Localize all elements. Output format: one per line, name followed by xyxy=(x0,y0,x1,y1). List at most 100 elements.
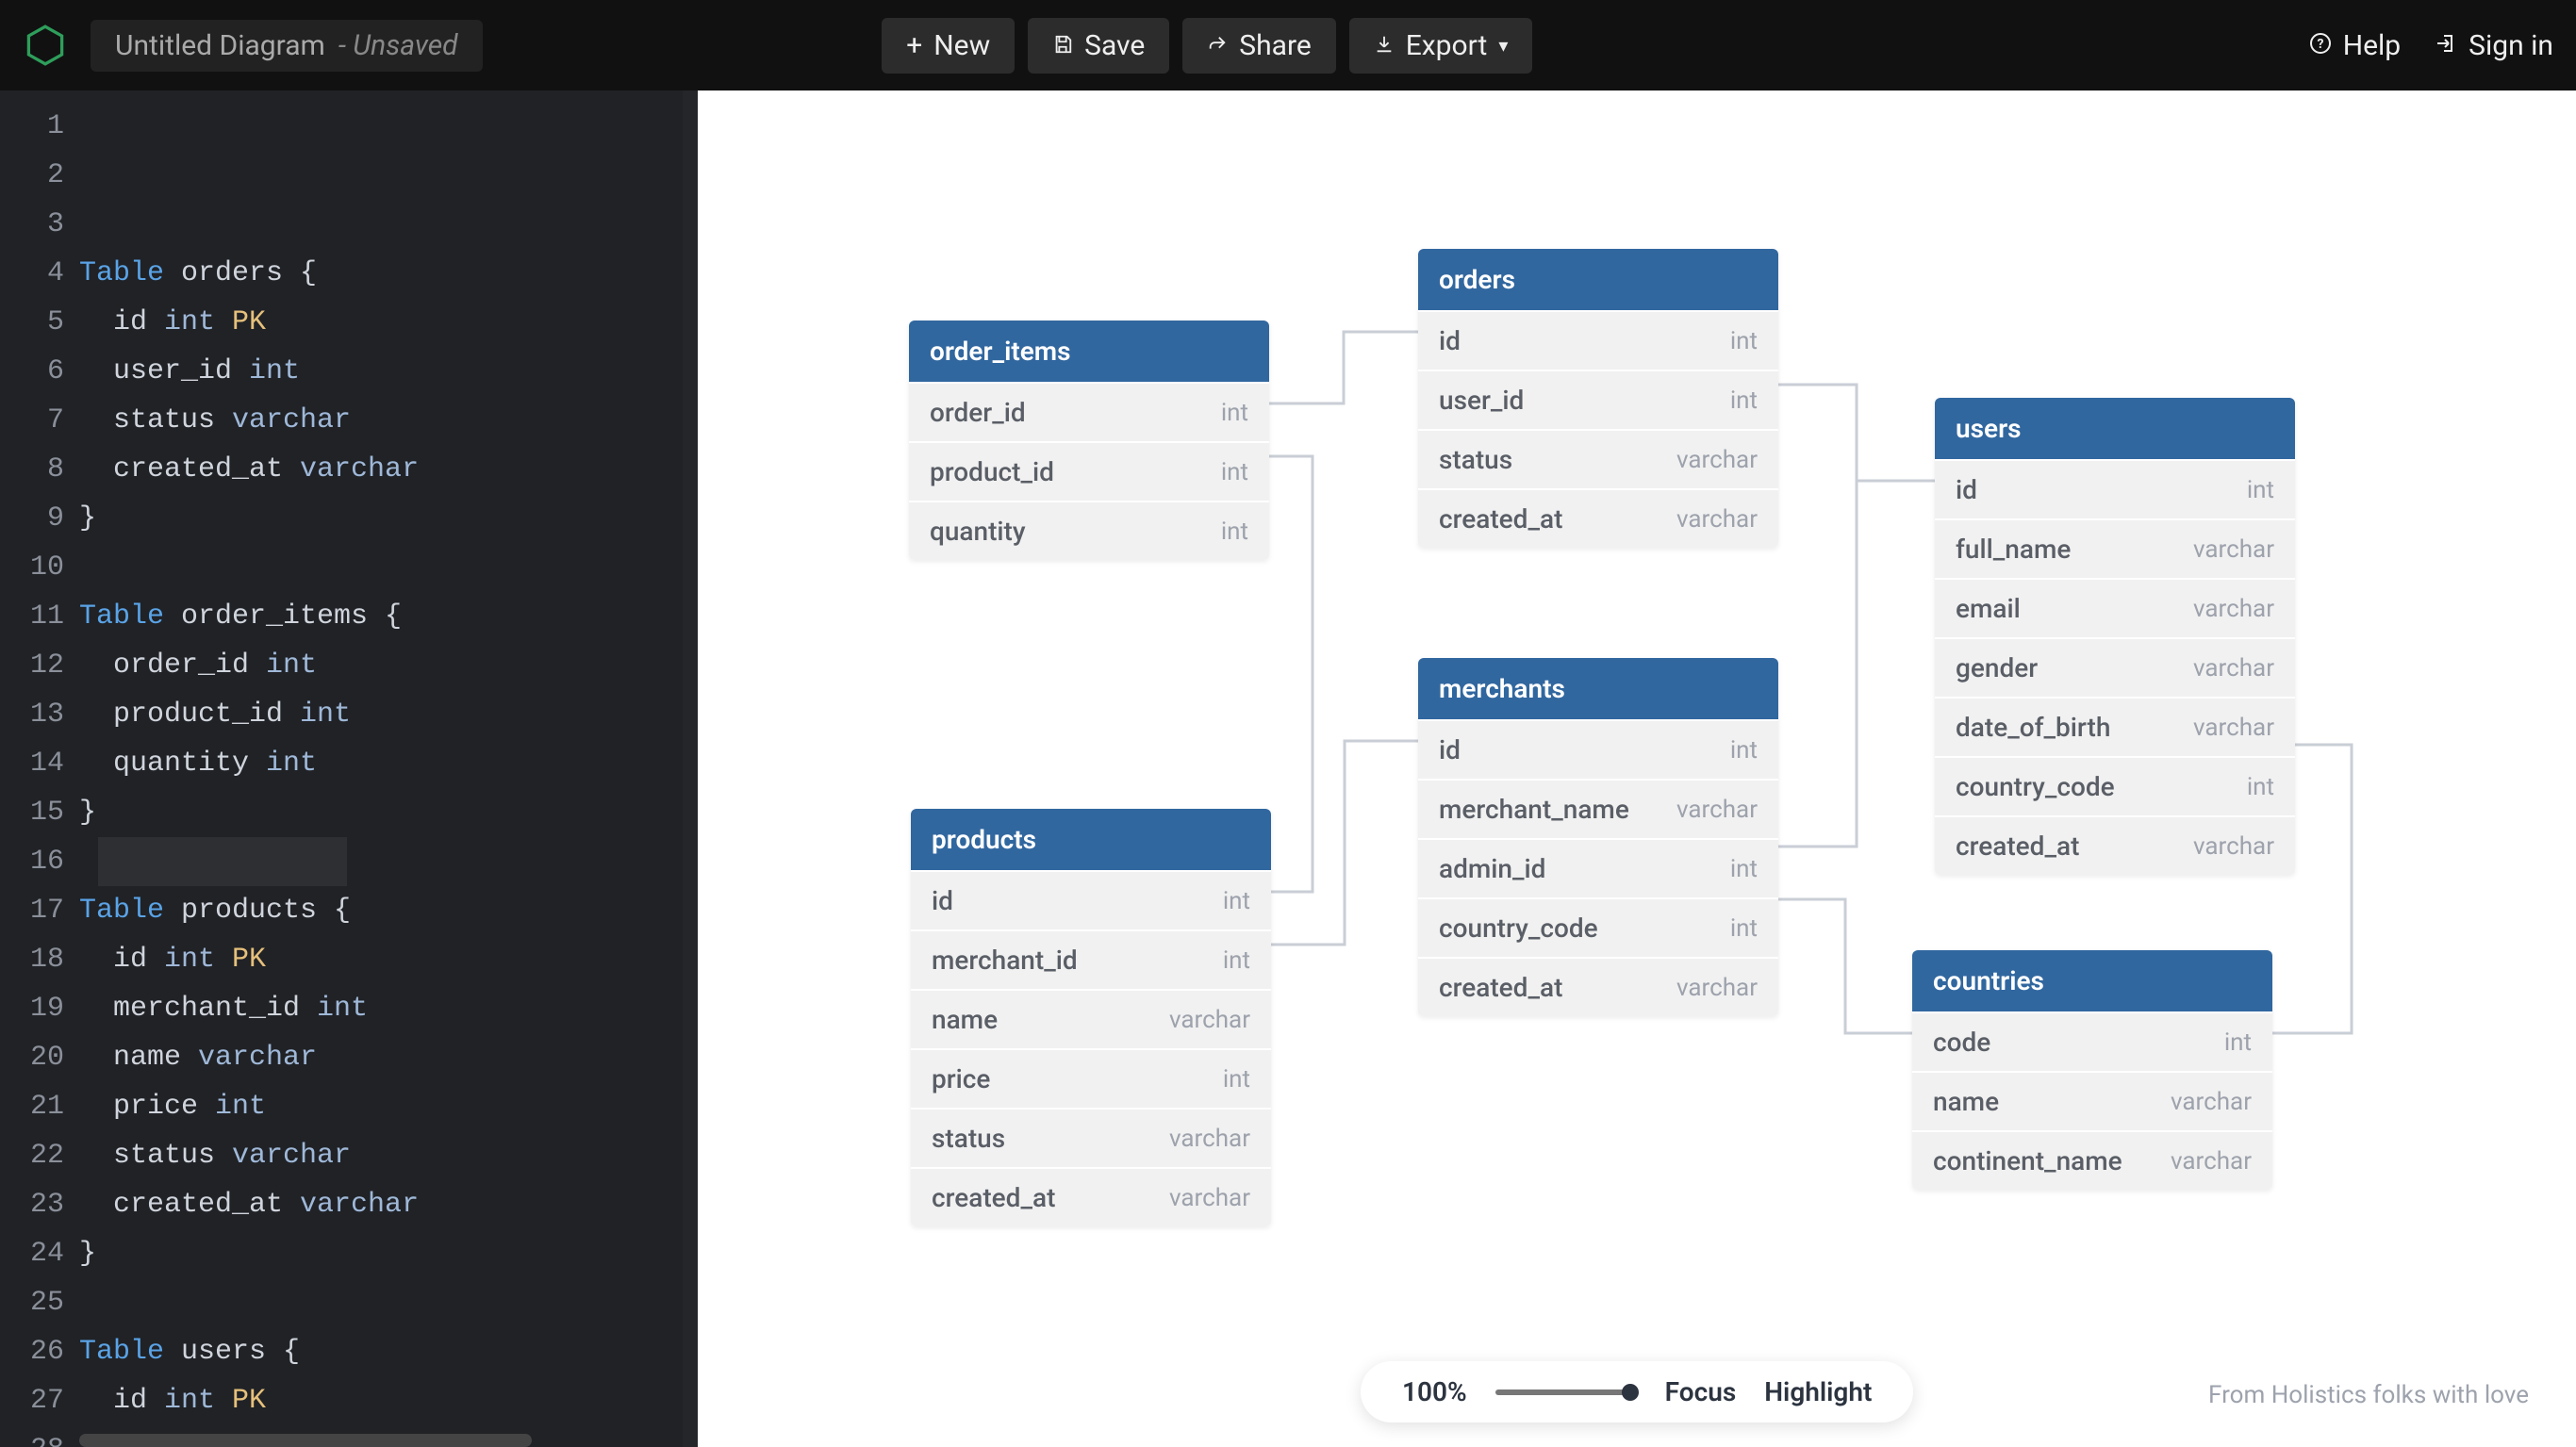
code-line[interactable]: name varchar xyxy=(79,1033,683,1082)
editor-hscrollbar-thumb[interactable] xyxy=(79,1434,532,1447)
table-column[interactable]: emailvarchar xyxy=(1935,578,2295,637)
code-line[interactable]: price int xyxy=(79,1082,683,1131)
diagram-canvas[interactable]: order_itemsorder_idintproduct_idintquant… xyxy=(698,90,2576,1447)
table-column[interactable]: namevarchar xyxy=(911,989,1271,1048)
code-line[interactable]: Table products { xyxy=(79,886,683,935)
share-icon xyxy=(1207,29,1228,62)
column-type: int xyxy=(1730,855,1758,883)
share-button[interactable]: Share xyxy=(1182,18,1335,74)
help-link[interactable]: ? Help xyxy=(2309,29,2401,62)
table-column[interactable]: codeint xyxy=(1912,1011,2272,1071)
code-line[interactable]: created_at varchar xyxy=(79,445,683,494)
code-line[interactable]: id int PK xyxy=(79,298,683,347)
table-column[interactable]: statusvarchar xyxy=(911,1108,1271,1167)
table-column[interactable]: idint xyxy=(1418,719,1778,779)
code-editor[interactable]: 1234567891011121314151617181920212223242… xyxy=(0,90,698,1447)
table-column[interactable]: created_atvarchar xyxy=(1418,488,1778,548)
column-name: name xyxy=(1933,1086,1999,1117)
table-column[interactable]: namevarchar xyxy=(1912,1071,2272,1130)
code-line[interactable]: id int PK xyxy=(79,1376,683,1425)
table-order_items[interactable]: order_itemsorder_idintproduct_idintquant… xyxy=(909,321,1269,560)
new-button[interactable]: + New xyxy=(882,18,1015,74)
table-header[interactable]: merchants xyxy=(1418,658,1778,719)
code-line[interactable]: user_id int xyxy=(79,347,683,396)
code-line[interactable] xyxy=(79,1278,683,1327)
code-line[interactable]: status varchar xyxy=(79,1131,683,1180)
code-line[interactable]: created_at varchar xyxy=(79,1180,683,1229)
line-number: 3 xyxy=(0,200,64,249)
table-products[interactable]: products id int merchant_idintnamevarcharpr… xyxy=(911,809,1271,1226)
table-column[interactable]: country_codeint xyxy=(1935,756,2295,815)
table-column[interactable]: product_idint xyxy=(909,441,1269,501)
code-line[interactable]: Table order_items { xyxy=(79,592,683,641)
table-column[interactable]: full_namevarchar xyxy=(1935,518,2295,578)
table-column[interactable]: idint xyxy=(1418,310,1778,370)
column-name: id xyxy=(932,885,953,916)
code-line[interactable]: product_id int xyxy=(79,690,683,739)
table-countries[interactable]: countriescodeintnamevarcharcontinent_nam… xyxy=(1912,950,2272,1190)
code-line[interactable]: quantity int xyxy=(79,739,683,788)
table-column[interactable]: created_atvarchar xyxy=(911,1167,1271,1226)
save-button[interactable]: Save xyxy=(1028,18,1169,74)
line-number: 6 xyxy=(0,347,64,396)
zoom-slider-thumb[interactable] xyxy=(1622,1384,1639,1401)
code-area[interactable]: Table orders { id int PK user_id int sta… xyxy=(79,90,698,1447)
line-number: 17 xyxy=(0,886,64,935)
help-label: Help xyxy=(2343,29,2401,62)
column-name: created_at xyxy=(1439,972,1562,1003)
table-column[interactable]: idint xyxy=(1935,459,2295,518)
table-header[interactable]: orders xyxy=(1418,249,1778,310)
doc-title[interactable]: Untitled Diagram - Unsaved xyxy=(91,20,483,72)
table-header[interactable]: countries xyxy=(1912,950,2272,1011)
line-number: 19 xyxy=(0,984,64,1033)
line-number: 4 xyxy=(0,249,64,298)
table-column[interactable]: merchant_idint xyxy=(911,929,1271,989)
table-column[interactable]: country_codeint xyxy=(1418,897,1778,957)
table-header[interactable]: products xyxy=(911,809,1271,870)
table-merchants[interactable]: merchantsidintmerchant_namevarcharadmin_… xyxy=(1418,658,1778,1016)
code-line[interactable]: } xyxy=(79,1229,683,1278)
table-header[interactable]: order_items xyxy=(909,321,1269,382)
table-header[interactable]: users xyxy=(1935,398,2295,459)
table-column[interactable]: id int xyxy=(911,870,1271,929)
code-line[interactable]: order_id int xyxy=(79,641,683,690)
code-line[interactable]: merchant_id int xyxy=(79,984,683,1033)
code-line[interactable]: } xyxy=(79,788,683,837)
zoom-slider[interactable] xyxy=(1495,1389,1637,1395)
table-column[interactable]: admin_idint xyxy=(1418,838,1778,897)
table-column[interactable]: statusvarchar xyxy=(1418,429,1778,488)
code-line[interactable]: Table orders { xyxy=(79,249,683,298)
line-number: 14 xyxy=(0,739,64,788)
table-column[interactable]: user_idint xyxy=(1418,370,1778,429)
column-type: varchar xyxy=(2193,535,2274,564)
table-column[interactable]: date_of_birthvarchar xyxy=(1935,697,2295,756)
code-line[interactable]: id int PK xyxy=(79,935,683,984)
highlight-button[interactable]: Highlight xyxy=(1764,1376,1872,1407)
app-logo[interactable] xyxy=(23,23,68,68)
code-line[interactable]: } xyxy=(79,494,683,543)
table-column[interactable]: gendervarchar xyxy=(1935,637,2295,697)
code-line[interactable] xyxy=(79,543,683,592)
table-column[interactable]: created_atvarchar xyxy=(1418,957,1778,1016)
table-users[interactable]: usersidintfull_namevarcharemailvarcharge… xyxy=(1935,398,2295,875)
code-line[interactable]: Table users { xyxy=(79,1327,683,1376)
line-gutter: 1234567891011121314151617181920212223242… xyxy=(0,90,79,1447)
editor-vscrollbar[interactable] xyxy=(683,90,698,1447)
table-orders[interactable]: ordersidintuser_idintstatusvarcharcreate… xyxy=(1418,249,1778,548)
column-name: id xyxy=(1439,325,1461,356)
relationship-line xyxy=(1778,385,1935,481)
table-column[interactable]: merchant_namevarchar xyxy=(1418,779,1778,838)
table-column[interactable]: order_idint xyxy=(909,382,1269,441)
column-type: int xyxy=(1223,887,1250,915)
table-column[interactable]: created_atvarchar xyxy=(1935,815,2295,875)
signin-link[interactable]: Sign in xyxy=(2435,29,2553,62)
table-column[interactable]: quantityint xyxy=(909,501,1269,560)
new-label: New xyxy=(933,29,990,62)
topbar-center: + New Save Share Export ▾ xyxy=(882,18,1532,74)
table-column[interactable]: priceint xyxy=(911,1048,1271,1108)
editor-hscrollbar[interactable] xyxy=(79,1434,675,1447)
export-button[interactable]: Export ▾ xyxy=(1349,18,1533,74)
focus-button[interactable]: Focus xyxy=(1665,1376,1737,1407)
table-column[interactable]: continent_namevarchar xyxy=(1912,1130,2272,1190)
code-line[interactable]: status varchar xyxy=(79,396,683,445)
